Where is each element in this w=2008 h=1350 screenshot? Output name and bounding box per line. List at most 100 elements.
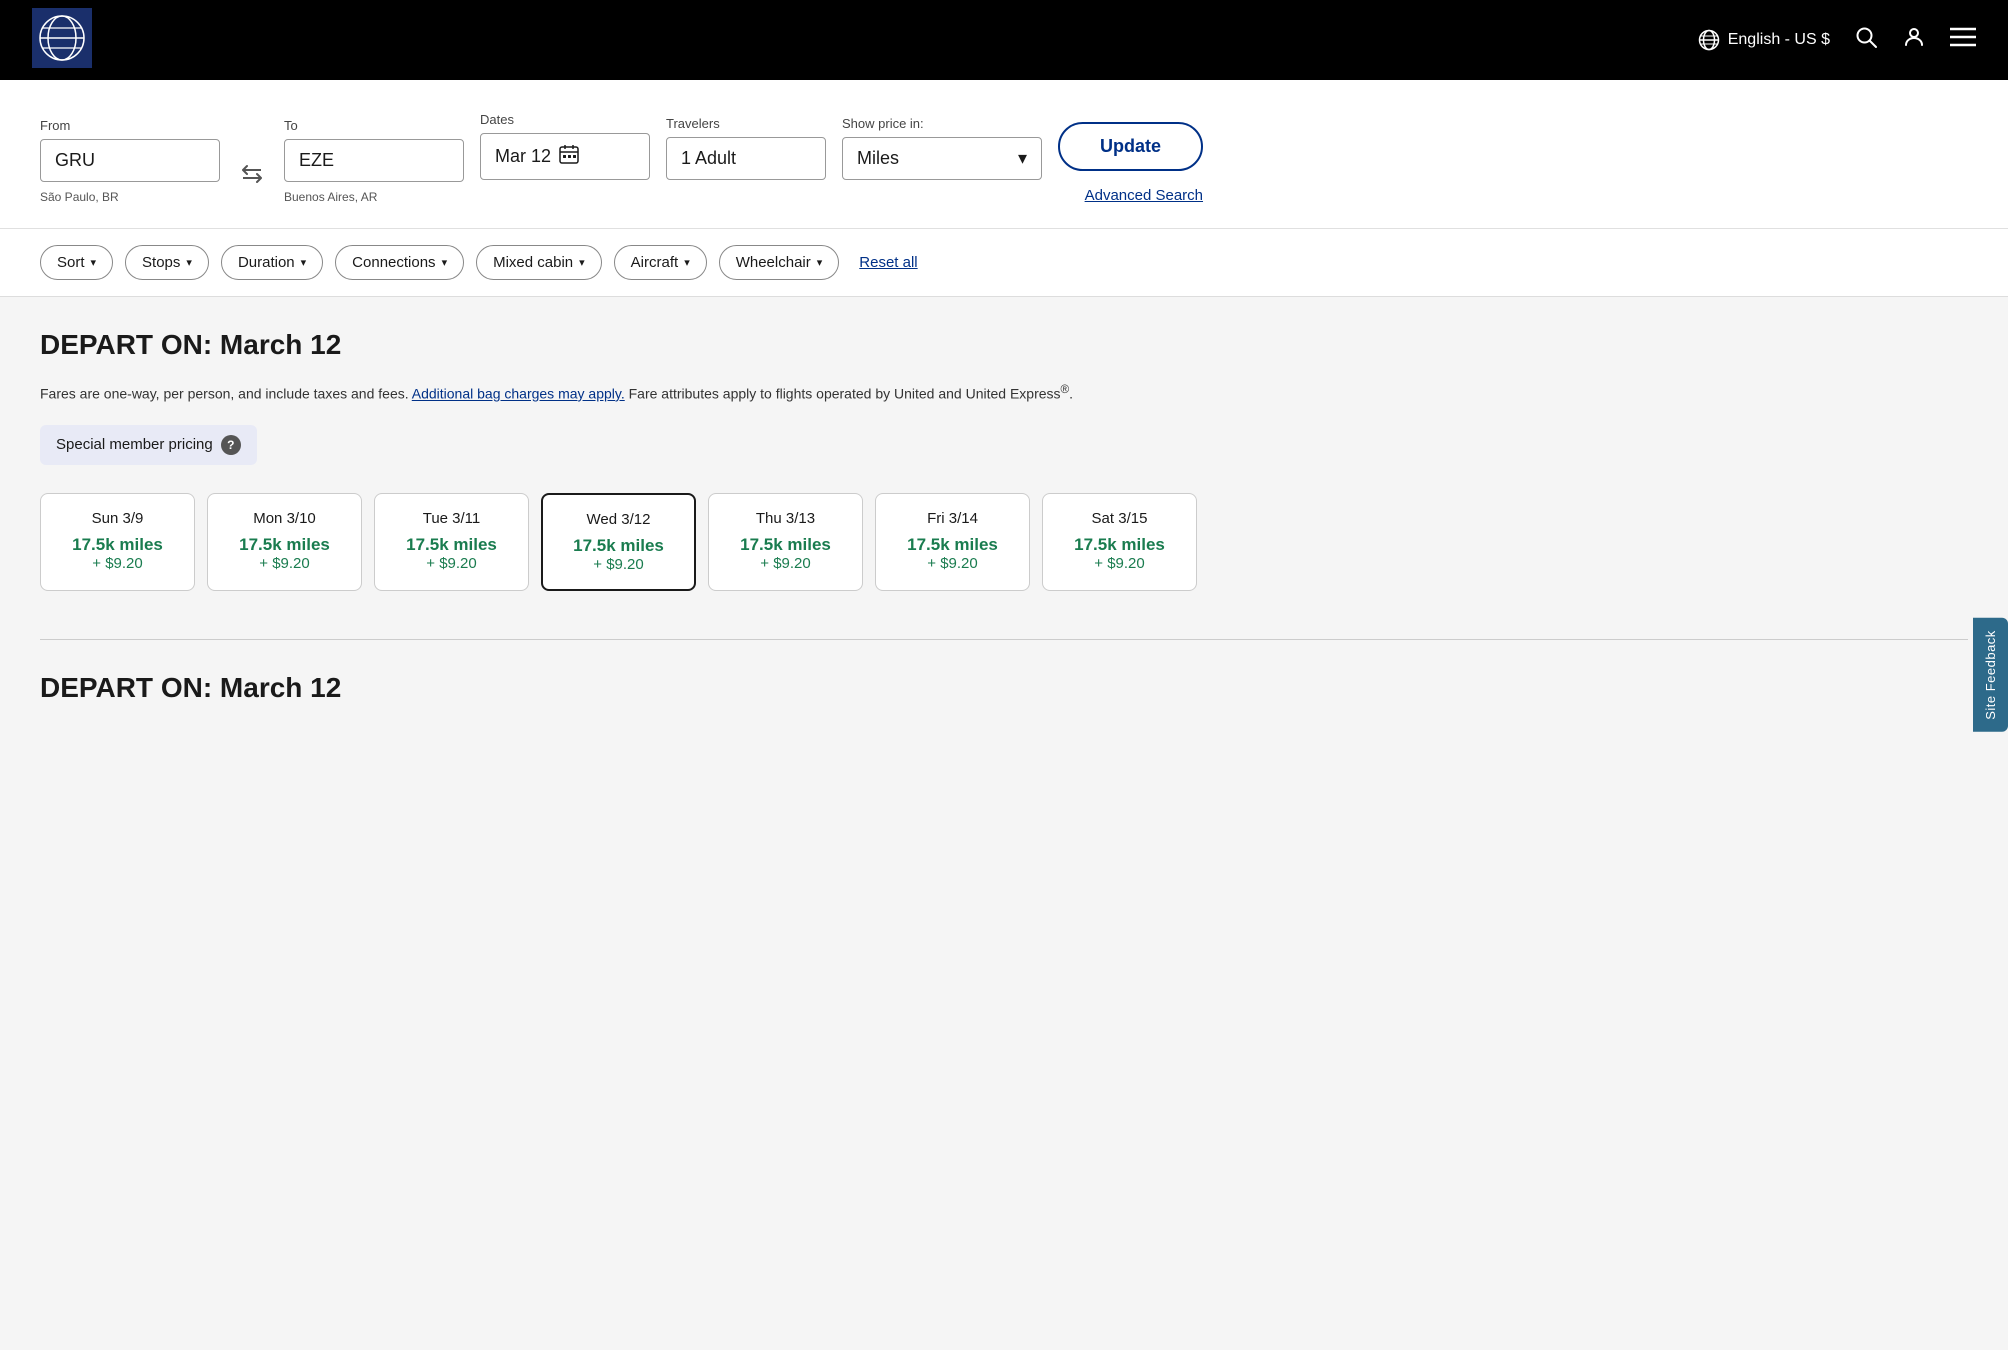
depart-title-2: DEPART ON: March 12 xyxy=(40,672,1968,704)
stops-filter[interactable]: Stops ▾ xyxy=(125,245,209,280)
date-card-miles: 17.5k miles xyxy=(387,535,516,555)
wheelchair-filter[interactable]: Wheelchair ▾ xyxy=(719,245,840,280)
language-label: English - US $ xyxy=(1728,31,1830,49)
date-card[interactable]: Fri 3/1417.5k miles+ $9.20 xyxy=(875,493,1030,591)
date-card-miles: 17.5k miles xyxy=(888,535,1017,555)
date-card[interactable]: Mon 3/10 17.5k miles+ $9.20 xyxy=(207,493,362,591)
swap-button[interactable] xyxy=(236,158,268,196)
date-card-label: Tue 3/11 xyxy=(387,510,516,527)
travelers-input[interactable]: 1 Adult xyxy=(666,137,826,180)
mixed-cabin-filter[interactable]: Mixed cabin ▾ xyxy=(476,245,602,280)
menu-icon[interactable] xyxy=(1950,26,1976,54)
from-field-group: From São Paulo, BR xyxy=(40,118,220,204)
connections-filter[interactable]: Connections ▾ xyxy=(335,245,464,280)
logo[interactable] xyxy=(32,8,92,73)
date-card-fee: + $9.20 xyxy=(220,555,349,572)
travelers-field-group: Travelers 1 Adult xyxy=(666,116,826,204)
duration-label: Duration xyxy=(238,254,295,271)
trademark: ® xyxy=(1061,383,1070,396)
price-field-group: Show price in: Miles ▾ xyxy=(842,116,1042,204)
aircraft-chevron-icon: ▾ xyxy=(684,256,690,269)
language-selector[interactable]: English - US $ xyxy=(1698,29,1830,51)
sort-label: Sort xyxy=(57,254,85,271)
fare-note-text: Fares are one-way, per person, and inclu… xyxy=(40,386,409,402)
date-cards: Sun 3/917.5k miles+ $9.20Mon 3/1017.5k m… xyxy=(40,493,1968,599)
dates-label: Dates xyxy=(480,112,650,127)
date-card-miles: 17.5k miles xyxy=(53,535,182,555)
date-card-label: Mon 3/10 xyxy=(220,510,349,527)
search-icon[interactable] xyxy=(1854,25,1878,55)
feedback-label: Site Feedback xyxy=(1983,630,1998,720)
date-card-fee: + $9.20 xyxy=(888,555,1017,572)
connections-chevron-icon: ▾ xyxy=(442,256,448,269)
date-card-fee: + $9.20 xyxy=(1055,555,1184,572)
header-right: English - US $ xyxy=(1698,25,1976,55)
duration-chevron-icon: ▾ xyxy=(301,256,307,269)
update-button[interactable]: Update xyxy=(1058,122,1203,171)
to-field-group: To Buenos Aires, AR xyxy=(284,118,464,204)
price-value: Miles xyxy=(857,148,899,169)
date-card[interactable]: Sat 3/15 17.5k miles+ $9.20 xyxy=(1042,493,1197,591)
dates-value: Mar 12 xyxy=(495,146,551,167)
member-pricing-label: Special member pricing xyxy=(56,436,213,453)
date-card-fee: + $9.20 xyxy=(555,556,682,573)
section-divider xyxy=(40,639,1968,640)
mixed-cabin-chevron-icon: ▾ xyxy=(579,256,585,269)
depart-title: DEPART ON: March 12 xyxy=(40,329,1968,361)
page-header: English - US $ xyxy=(0,0,2008,80)
help-icon[interactable]: ? xyxy=(221,435,241,455)
to-hint: Buenos Aires, AR xyxy=(284,190,464,204)
date-card-miles: 17.5k miles xyxy=(721,535,850,555)
fare-note2: Fare attributes apply to flights operate… xyxy=(629,386,1061,402)
from-input[interactable] xyxy=(40,139,220,182)
wheelchair-label: Wheelchair xyxy=(736,254,811,271)
date-card-fee: + $9.20 xyxy=(721,555,850,572)
sort-chevron-icon: ▾ xyxy=(91,256,97,269)
user-icon[interactable] xyxy=(1902,25,1926,55)
search-form: From São Paulo, BR To Buenos Aires, AR D… xyxy=(40,112,1968,204)
travelers-label: Travelers xyxy=(666,116,826,131)
stops-chevron-icon: ▾ xyxy=(186,256,192,269)
to-input[interactable] xyxy=(284,139,464,182)
wheelchair-chevron-icon: ▾ xyxy=(817,256,823,269)
fare-note: Fares are one-way, per person, and inclu… xyxy=(40,381,1968,405)
date-card-miles: 17.5k miles xyxy=(1055,535,1184,555)
travelers-value: 1 Adult xyxy=(681,148,736,168)
date-card-miles: 17.5k miles xyxy=(555,536,682,556)
dates-input[interactable]: Mar 12 xyxy=(480,133,650,180)
main-content: DEPART ON: March 12 Fares are one-way, p… xyxy=(0,297,2008,736)
stops-label: Stops xyxy=(142,254,180,271)
date-card-label: Sat 3/15 xyxy=(1055,510,1184,527)
site-feedback-button[interactable]: Site Feedback xyxy=(1973,618,2008,732)
update-group: Update Advanced Search xyxy=(1058,122,1203,204)
search-links: Advanced Search xyxy=(1085,187,1203,204)
sort-filter[interactable]: Sort ▾ xyxy=(40,245,113,280)
from-label: From xyxy=(40,118,220,133)
search-section: From São Paulo, BR To Buenos Aires, AR D… xyxy=(0,80,2008,229)
member-pricing-badge: Special member pricing ? xyxy=(40,425,257,465)
from-hint: São Paulo, BR xyxy=(40,190,220,204)
date-card-label: Wed 3/12 xyxy=(555,511,682,528)
price-label: Show price in: xyxy=(842,116,1042,131)
connections-label: Connections xyxy=(352,254,435,271)
date-card-fee: + $9.20 xyxy=(53,555,182,572)
to-label: To xyxy=(284,118,464,133)
date-card[interactable]: Thu 3/13 17.5k miles+ $9.20 xyxy=(708,493,863,591)
date-card[interactable]: Tue 3/1117.5k miles+ $9.20 xyxy=(374,493,529,591)
date-card[interactable]: Sun 3/9 17.5k miles+ $9.20 xyxy=(40,493,195,591)
date-card-label: Thu 3/13 xyxy=(721,510,850,527)
chevron-down-icon: ▾ xyxy=(1018,148,1027,169)
date-card-miles: 17.5k miles xyxy=(220,535,349,555)
advanced-search-button[interactable]: Advanced Search xyxy=(1085,187,1203,204)
date-card[interactable]: Wed 3/12 17.5k miles+ $9.20 xyxy=(541,493,696,591)
price-select[interactable]: Miles ▾ xyxy=(842,137,1042,180)
reset-all-button[interactable]: Reset all xyxy=(859,254,917,271)
date-card-label: Sun 3/9 xyxy=(53,510,182,527)
duration-filter[interactable]: Duration ▾ xyxy=(221,245,323,280)
mixed-cabin-label: Mixed cabin xyxy=(493,254,573,271)
filter-section: Sort ▾ Stops ▾ Duration ▾ Connections ▾ … xyxy=(0,229,2008,297)
aircraft-filter[interactable]: Aircraft ▾ xyxy=(614,245,707,280)
aircraft-label: Aircraft xyxy=(631,254,679,271)
bag-charges-link[interactable]: Additional bag charges may apply. xyxy=(412,386,625,402)
fare-period: . xyxy=(1069,386,1073,402)
